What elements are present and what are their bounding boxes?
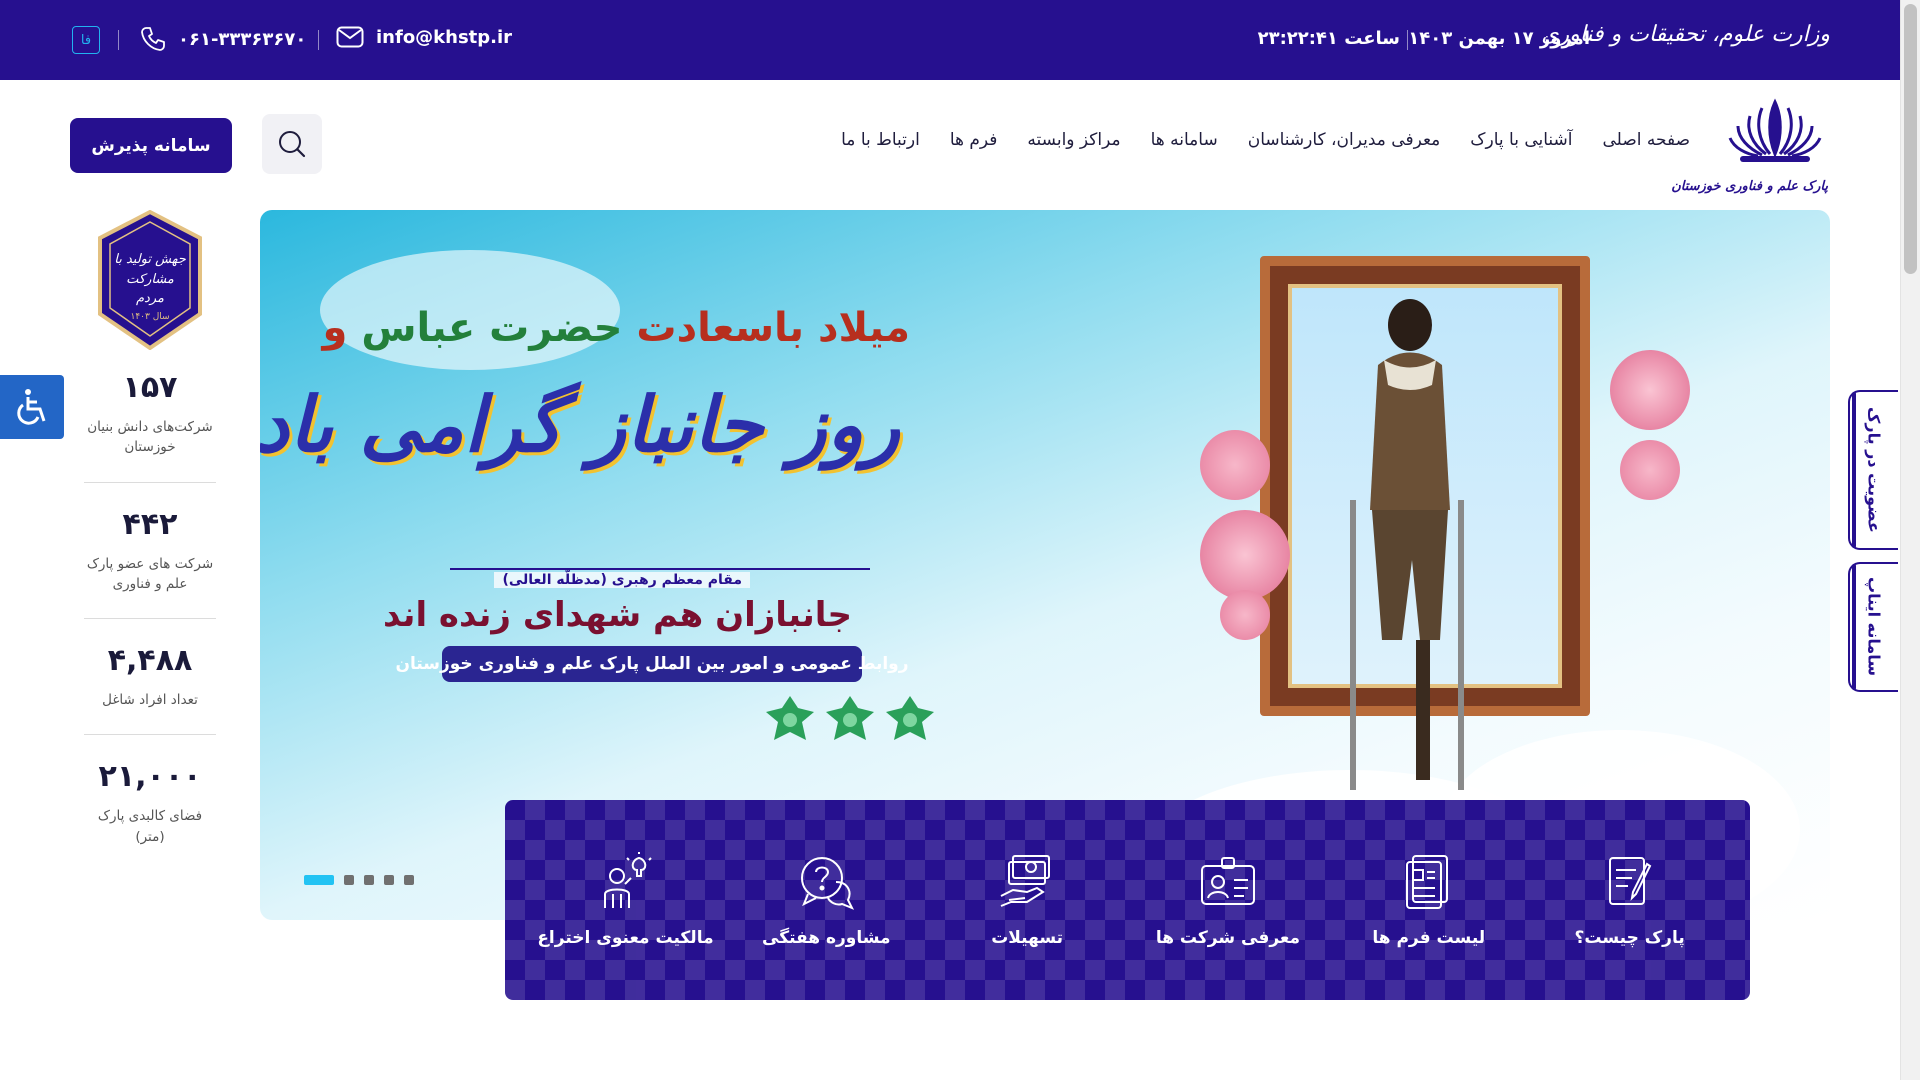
divider (318, 30, 319, 50)
rose-decoration (1620, 440, 1680, 500)
email-text: info@khstp.ir (376, 26, 513, 48)
stat-physical-space: ۲۱,۰۰۰ فضای کالبدی پارک (متر) (84, 759, 216, 871)
phone-link[interactable]: ۰۶۱-۳۳۳۶۳۶۷۰ (140, 26, 306, 52)
stat-label: تعداد افراد شاغل (102, 692, 198, 708)
today-date: امروز ۱۷ بهمن ۱۴۰۳ (1408, 28, 1590, 49)
slider-dot[interactable] (304, 875, 334, 885)
stat-value: ۱۵۷ (122, 370, 178, 405)
stats-column: ۱۵۷ شرکت‌های دانش بنیان خوزستان ۴۴۲ شرکت… (70, 370, 230, 871)
accessibility-button[interactable] (0, 375, 64, 439)
form-list-icon (1405, 855, 1448, 909)
rose-decoration (1220, 590, 1270, 640)
mail-icon (336, 26, 364, 48)
hero-title-main: روز جانباز گرامی باد (260, 380, 900, 469)
phone-text: ۰۶۱-۳۳۳۶۳۶۷۰ (178, 28, 307, 50)
quick-access-panel: پارک چیست؟ لیست فرم ها معرفی شرکت ها تسه… (505, 800, 1750, 1000)
nav-item-contact[interactable]: ارتباط با ما (841, 130, 920, 150)
scrollbar-thumb[interactable] (1904, 4, 1917, 274)
question-chat-icon (801, 857, 855, 910)
park-logo[interactable]: پارک علم و فناوری خوزستان (1671, 92, 1830, 194)
slider-dot[interactable] (364, 875, 374, 885)
hero-quote: جانبازان هم شهدای زنده اند (383, 595, 852, 635)
slider-dot[interactable] (384, 875, 394, 885)
search-button[interactable] (262, 114, 322, 174)
stat-label: شرکت‌های دانش بنیان خوزستان (87, 419, 213, 456)
hero-publisher-banner: روابط عمومی و امور بین الملل پارک علم و … (395, 646, 909, 682)
nav-item-managers[interactable]: معرفی مدیران، کارشناسان (1248, 130, 1441, 150)
email-link[interactable]: info@khstp.ir (336, 26, 512, 48)
language-switch[interactable]: فا (72, 26, 100, 54)
registration-system-button[interactable]: سامانه پذیرش (70, 118, 232, 173)
stat-label: فضای کالبدی پارک (متر) (97, 808, 203, 845)
rose-decoration (1200, 510, 1290, 600)
inap-system-tab-label: سامانه ایناپ (1864, 577, 1884, 677)
divider (1407, 30, 1408, 50)
nav-item-about[interactable]: آشنایی با پارک (1470, 130, 1572, 150)
ornament-icon (766, 696, 814, 740)
divider (118, 30, 119, 50)
quick-item-facilities[interactable]: تسهیلات (932, 852, 1122, 948)
veteran-figure-illustration (1350, 299, 1464, 790)
divider (84, 618, 216, 619)
money-hand-icon (1000, 855, 1051, 907)
badge-slogan: جهش تولید با مشارکت مردم (114, 252, 186, 306)
ornament-icon (826, 696, 874, 740)
lotus-logo-icon (1728, 98, 1822, 162)
inap-system-tab[interactable]: سامانه ایناپ (1848, 562, 1898, 692)
quick-item-label: مشاوره هفتگی (762, 928, 891, 948)
quick-item-label: تسهیلات (991, 928, 1064, 948)
nav-item-centers[interactable]: مراکز وابسته (1027, 130, 1120, 150)
badge-year: سال ۱۴۰۳ (130, 312, 170, 322)
quick-item-label: معرفی شرکت ها (1155, 928, 1301, 948)
quick-item-what-is-park[interactable]: پارک چیست؟ (1535, 852, 1725, 948)
quick-item-label: مالکیت معنوی اختراع (537, 928, 714, 948)
divider (84, 481, 216, 483)
stat-value: ۲۱,۰۰۰ (98, 759, 202, 795)
hero-quote-author: مقام معظم رهبری (مدظلّه العالی) (494, 572, 750, 588)
membership-tab[interactable]: عضویت در پارک (1848, 390, 1898, 550)
rose-decoration (1610, 350, 1690, 430)
main-nav: صفحه اصلی آشنایی با پارک معرفی مدیران، ک… (841, 130, 1690, 150)
membership-tab-label: عضویت در پارک (1864, 407, 1884, 533)
slogan-badge: جهش تولید با مشارکت مردم سال ۱۴۰۳ (96, 209, 204, 351)
idea-person-icon (604, 852, 653, 908)
slider-dot[interactable] (344, 875, 354, 885)
slider-dot[interactable] (404, 875, 414, 885)
current-time: ساعت ۲۳:۲۲:۴۱ (1257, 28, 1400, 49)
search-icon (279, 131, 306, 158)
quick-item-intellectual-property[interactable]: مالکیت معنوی اختراع (530, 852, 720, 948)
stat-member-companies: ۴۴۲ شرکت های عضو پارک علم و فناوری (84, 507, 216, 619)
quick-item-label: پارک چیست؟ (1574, 928, 1685, 948)
nav-item-home[interactable]: صفحه اصلی (1603, 130, 1690, 150)
stat-knowledge-companies: ۱۵۷ شرکت‌های دانش بنیان خوزستان (84, 370, 216, 482)
top-bar: وزارت علوم، تحقیقات و فناوری امروز ۱۷ به… (0, 0, 1900, 80)
stat-value: ۴۴۲ (122, 506, 178, 542)
nav-item-systems[interactable]: سامانه ها (1151, 130, 1218, 150)
nav-item-forms[interactable]: فرم ها (950, 130, 998, 150)
wheelchair-icon (17, 389, 46, 425)
divider (84, 734, 216, 736)
stat-employees: ۴,۴۸۸ تعداد افراد شاغل (84, 643, 216, 734)
quick-item-weekly-consultation[interactable]: مشاوره هفتگی (731, 852, 921, 948)
id-card-icon (1200, 857, 1255, 905)
ornament-icon (886, 696, 934, 740)
logo-text: پارک علم و فناوری خوزستان (1671, 179, 1828, 194)
slider-pagination (304, 875, 414, 885)
document-pen-icon (1608, 857, 1651, 905)
rose-decoration (1200, 430, 1270, 500)
hero-title-line-1: میلاد باسعادت حضرت عباس و (322, 305, 910, 351)
quick-item-forms-list[interactable]: لیست فرم ها (1334, 852, 1524, 948)
stat-value: ۴,۴۸۸ (107, 643, 193, 678)
quick-item-companies[interactable]: معرفی شرکت ها (1133, 852, 1323, 948)
phone-icon (141, 27, 165, 51)
divider (450, 568, 870, 570)
stat-label: شرکت های عضو پارک علم و فناوری (86, 555, 214, 592)
scrollbar[interactable] (1900, 0, 1920, 1080)
quick-item-label: لیست فرم ها (1372, 928, 1486, 948)
